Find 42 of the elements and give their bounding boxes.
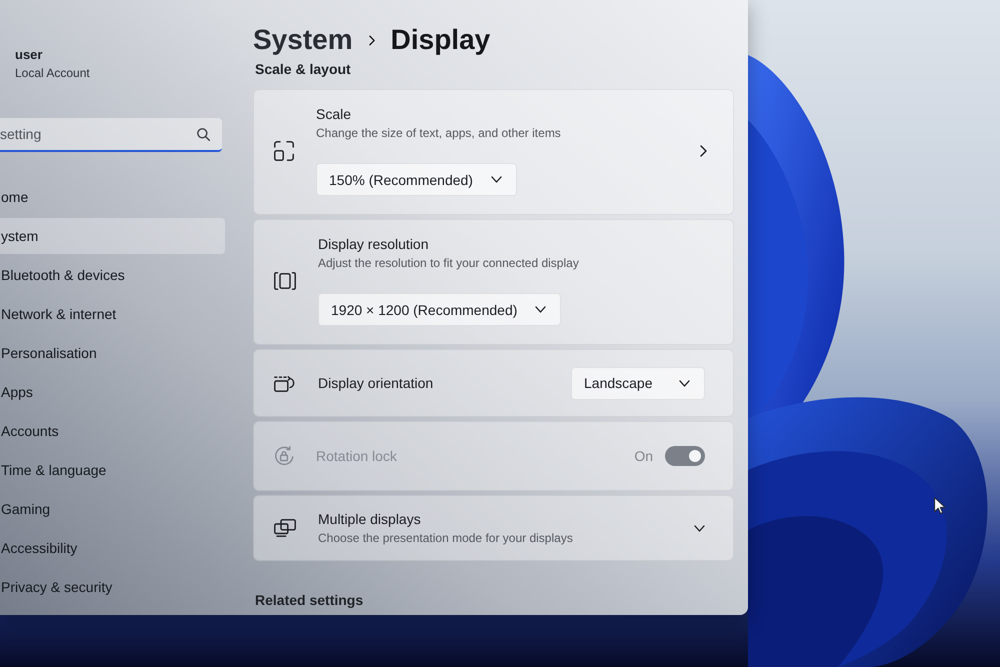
dropdown-button[interactable]: Landscape xyxy=(571,366,705,400)
account-name: user xyxy=(15,47,44,63)
card-description: Choose the presentation mode for your displays xyxy=(318,530,573,546)
sidebar-item[interactable]: Network & internet xyxy=(0,296,225,332)
search-icon xyxy=(197,128,210,141)
card-title: Display orientation xyxy=(318,375,434,391)
card-title: Scale xyxy=(316,106,352,122)
dropdown-button[interactable]: 1920 × 1200 (Recommended) xyxy=(318,293,562,326)
dropdown-button[interactable]: 150% (Recommended) xyxy=(316,163,517,196)
breadcrumb-chevron-icon xyxy=(368,34,375,46)
monitors-icon xyxy=(274,519,296,537)
rotate-screen-icon xyxy=(274,374,296,392)
card-description: Change the size of text, apps, and other items xyxy=(316,125,561,141)
section-title: Related settings xyxy=(255,591,364,609)
sidebar-item[interactable]: Gaming xyxy=(0,491,225,527)
cursor-icon xyxy=(934,497,945,514)
lock-rotate-icon xyxy=(274,446,294,466)
settings-card[interactable]: Multiple displays Choose the presentation mode for your displays xyxy=(253,495,734,561)
sidebar-item[interactable]: ome xyxy=(0,179,225,215)
card-title: Display resolution xyxy=(318,236,428,252)
toggle-state-label: On xyxy=(634,448,653,464)
section-title: Scale & layout xyxy=(255,60,352,78)
card-title: Rotation lock xyxy=(316,448,397,464)
sidebar-item[interactable]: Personalisation xyxy=(0,335,225,371)
account-type: Local Account xyxy=(15,66,91,80)
sidebar-item[interactable]: Accessibility xyxy=(0,530,225,566)
breadcrumb-link[interactable]: System xyxy=(253,24,353,56)
sidebar-item[interactable]: Privacy & security xyxy=(0,569,225,605)
settings-card[interactable]: Scale Change the size of text, apps, and other items 150% (Recommended) xyxy=(253,89,734,215)
chevron-down-icon xyxy=(490,176,502,183)
sidebar-item[interactable]: Apps xyxy=(0,374,225,410)
sidebar-item[interactable]: Accounts xyxy=(0,413,225,449)
screen-brackets-icon xyxy=(274,272,296,290)
sidebar-item[interactable]: ystem xyxy=(0,218,225,254)
resize-frame-icon xyxy=(274,141,294,161)
sidebar-item[interactable]: Bluetooth & devices xyxy=(0,257,225,293)
sidebar-item[interactable]: Time & language xyxy=(0,452,225,488)
chevron-down-icon xyxy=(679,380,690,386)
card-description: Adjust the resolution to fit your connected display xyxy=(318,255,579,271)
page-title: Display xyxy=(390,24,490,56)
card-title: Multiple displays xyxy=(318,510,421,526)
chevron-down-icon xyxy=(535,306,546,313)
